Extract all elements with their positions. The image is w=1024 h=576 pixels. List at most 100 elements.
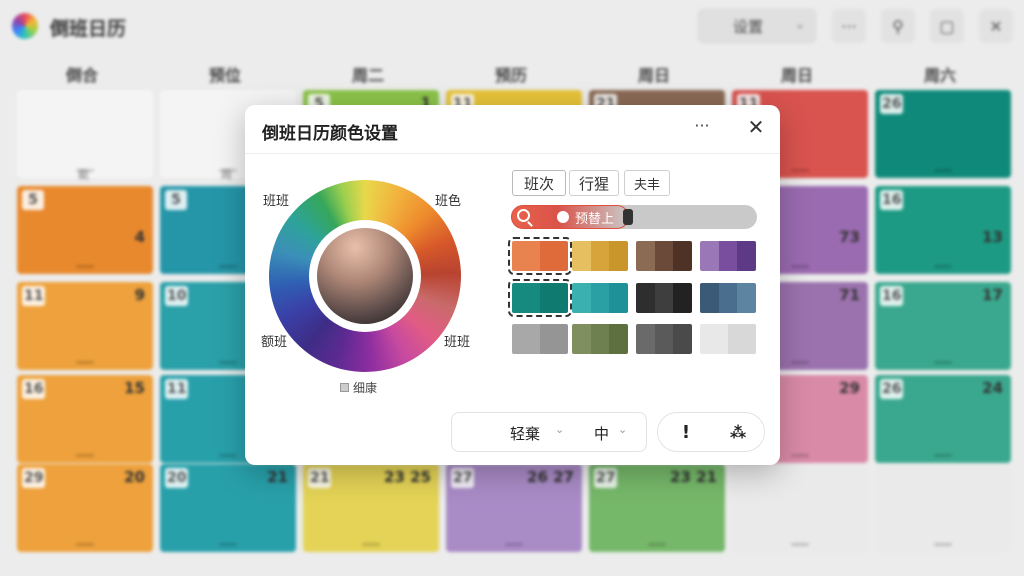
calendar-day-cell[interactable] (875, 464, 1011, 552)
wheel-mode-label: 细康 (353, 381, 378, 395)
swatch-segment (700, 241, 719, 271)
search-icon (517, 209, 530, 222)
swatch-segment (737, 283, 756, 313)
calendar-day-cell[interactable]: 16 13 (875, 186, 1011, 274)
slider-knob[interactable] (557, 211, 569, 223)
color-preview-circle[interactable] (317, 228, 413, 324)
cell-indicator (76, 265, 94, 268)
column-header: 周六 (923, 66, 956, 85)
column-header: 周日 (637, 66, 670, 85)
color-swatch[interactable] (508, 237, 572, 275)
calendar-day-cell[interactable]: 16 17 (875, 282, 1011, 370)
footer-select-a[interactable]: 轻棄 (510, 423, 540, 444)
color-swatch[interactable] (572, 324, 628, 354)
shift-number: 9 (134, 286, 145, 304)
day-number: 11 (22, 286, 46, 306)
checkbox-icon (340, 383, 349, 392)
swatch-segment (572, 241, 591, 271)
clipboard-icon[interactable]: ▢ (930, 9, 964, 43)
alert-button[interactable]: ! (673, 420, 699, 446)
day-number: 26 (880, 94, 904, 114)
chevron-down-icon: ⌄ (618, 423, 628, 436)
week-label: 能 (78, 168, 89, 181)
cell-indicator (791, 543, 809, 546)
swatch-segment (572, 324, 591, 354)
day-number: 11 (165, 379, 189, 399)
column-header: 周日 (780, 66, 813, 85)
swatch-segment (590, 324, 610, 354)
day-number: 21 (308, 468, 332, 488)
swatch-segment (654, 324, 674, 354)
close-icon[interactable]: ✕ (743, 115, 769, 141)
share-button[interactable]: ⁂ (725, 420, 751, 446)
footer-action-group: ! ⁂ (657, 412, 765, 452)
calendar-day-cell[interactable]: 27 23 21 (589, 464, 725, 552)
day-number: 16 (22, 379, 46, 399)
calendar-day-cell[interactable]: 26 (875, 90, 1011, 178)
day-number: 26 (880, 379, 904, 399)
footer-select-group: 轻棄 ⌄ 中 ⌄ (451, 412, 647, 452)
color-swatch[interactable] (700, 283, 756, 313)
swatch-segment (718, 283, 738, 313)
settings-select[interactable]: 设置 ⌄ (698, 9, 816, 43)
close-icon[interactable]: ✕ (979, 9, 1013, 43)
swatch-segment (673, 283, 692, 313)
color-swatch[interactable] (508, 279, 572, 317)
color-wheel[interactable] (269, 180, 461, 372)
title-bar: 倒班日历 设置 ⌄ ··· ⚲ ▢ ✕ (0, 0, 1024, 54)
tab-second[interactable]: 行猩 (569, 170, 619, 196)
cell-indicator (219, 361, 237, 364)
color-swatch[interactable] (700, 241, 756, 271)
calendar-day-cell[interactable]: 21 23 25 (303, 464, 439, 552)
footer-select-b[interactable]: 中 (594, 423, 609, 444)
shift-number: 17 (982, 286, 1003, 304)
calendar-day-cell[interactable]: 11 9 (17, 282, 153, 370)
color-wheel-ring-gap (309, 220, 421, 332)
cell-indicator (219, 543, 237, 546)
swatch-segment (700, 283, 719, 313)
swatch-segment (737, 241, 756, 271)
cell-indicator (934, 454, 952, 457)
calendar-day-cell[interactable]: 54 (17, 186, 153, 274)
settings-select-label: 设置 (733, 17, 764, 36)
swatch-segment (572, 283, 591, 313)
search-icon[interactable]: ⚲ (881, 9, 915, 43)
preset-search-slider[interactable]: 预替上 (511, 205, 757, 229)
column-header: 周二 (351, 66, 384, 85)
calendar-day-cell[interactable]: 20 21 (160, 464, 296, 552)
shift-number: 21 (267, 468, 288, 486)
calendar-day-cell[interactable]: 26 24 (875, 375, 1011, 463)
shift-number: 73 (839, 228, 860, 246)
swatch-segment (512, 324, 540, 354)
mouse-cursor-icon (623, 209, 633, 225)
day-number: 27 (451, 468, 475, 488)
shift-number: 23 21 (670, 468, 717, 486)
tab-third[interactable]: 夫丰 (624, 170, 670, 196)
swatch-segment (636, 324, 655, 354)
color-swatch[interactable] (636, 283, 692, 313)
tab-shift[interactable]: 班次 (512, 170, 566, 196)
color-swatch[interactable] (636, 324, 692, 354)
calendar-day-cell[interactable]: 29 20 (17, 464, 153, 552)
color-swatch[interactable] (572, 241, 628, 271)
calendar-day-cell[interactable] (732, 464, 868, 552)
swatch-segment (673, 241, 692, 271)
calendar-day-cell[interactable] (17, 90, 153, 178)
cell-indicator (934, 543, 952, 546)
calendar-day-cell[interactable]: 16 15 (17, 375, 153, 463)
cell-indicator (505, 543, 523, 546)
calendar-day-cell[interactable]: 27 26 27 (446, 464, 582, 552)
color-swatch[interactable] (636, 241, 692, 271)
shift-number: 23 25 (384, 468, 431, 486)
cell-indicator (76, 543, 94, 546)
swatch-segment (540, 324, 568, 354)
color-swatch[interactable] (512, 324, 568, 354)
wheel-mode-option[interactable]: 细康 (340, 379, 377, 396)
color-swatch[interactable] (700, 324, 756, 354)
color-swatch[interactable] (572, 283, 628, 313)
more-icon[interactable]: ··· (689, 115, 715, 141)
swatch-segment (654, 283, 674, 313)
wheel-label-bottom-right: 班班 (444, 335, 471, 350)
more-icon[interactable]: ··· (832, 9, 866, 43)
swatch-segment (590, 241, 610, 271)
